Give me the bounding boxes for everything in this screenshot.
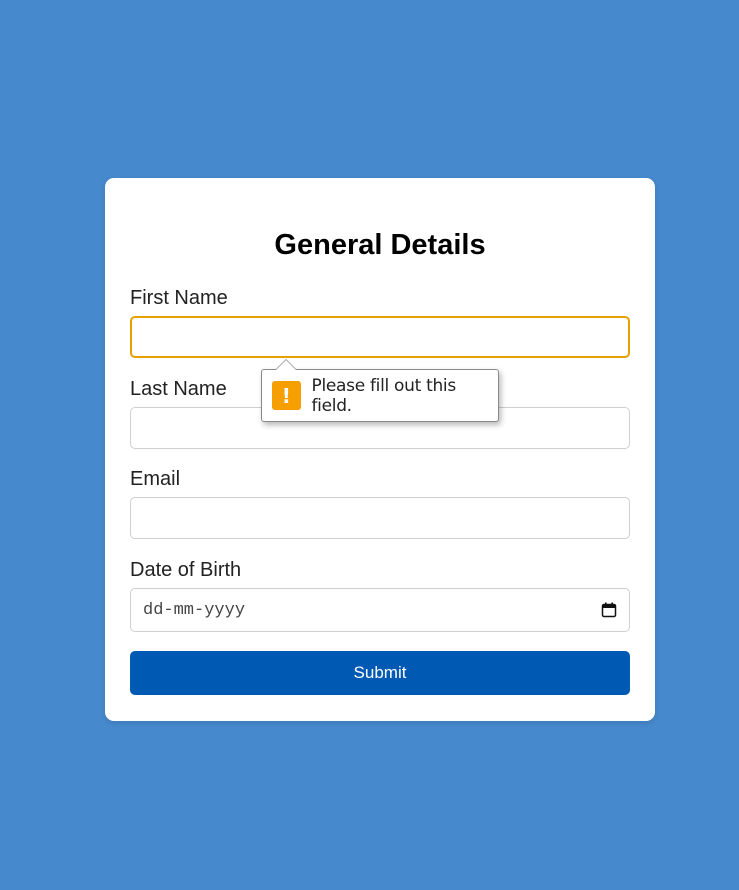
first-name-input[interactable] <box>130 316 630 358</box>
warning-icon: ! <box>272 381 301 410</box>
date-of-birth-label: Date of Birth <box>130 559 242 581</box>
validation-message: Please fill out this field. <box>311 375 457 416</box>
email-label: Email <box>130 468 181 490</box>
tooltip-arrow <box>275 359 297 370</box>
date-placeholder: dd-mm-yyyy <box>143 600 246 620</box>
first-name-label: First Name <box>130 287 228 309</box>
last-name-label: Last Name <box>130 378 227 400</box>
date-of-birth-input[interactable]: dd-mm-yyyy <box>130 588 630 632</box>
email-input[interactable] <box>130 497 630 539</box>
general-details-form: General Details First Name Last Name Ema… <box>105 178 655 721</box>
validation-tooltip: ! Please fill out this field. <box>261 359 499 422</box>
submit-button[interactable]: Submit <box>130 651 630 695</box>
form-title: General Details <box>274 229 486 261</box>
calendar-icon[interactable] <box>601 602 617 618</box>
